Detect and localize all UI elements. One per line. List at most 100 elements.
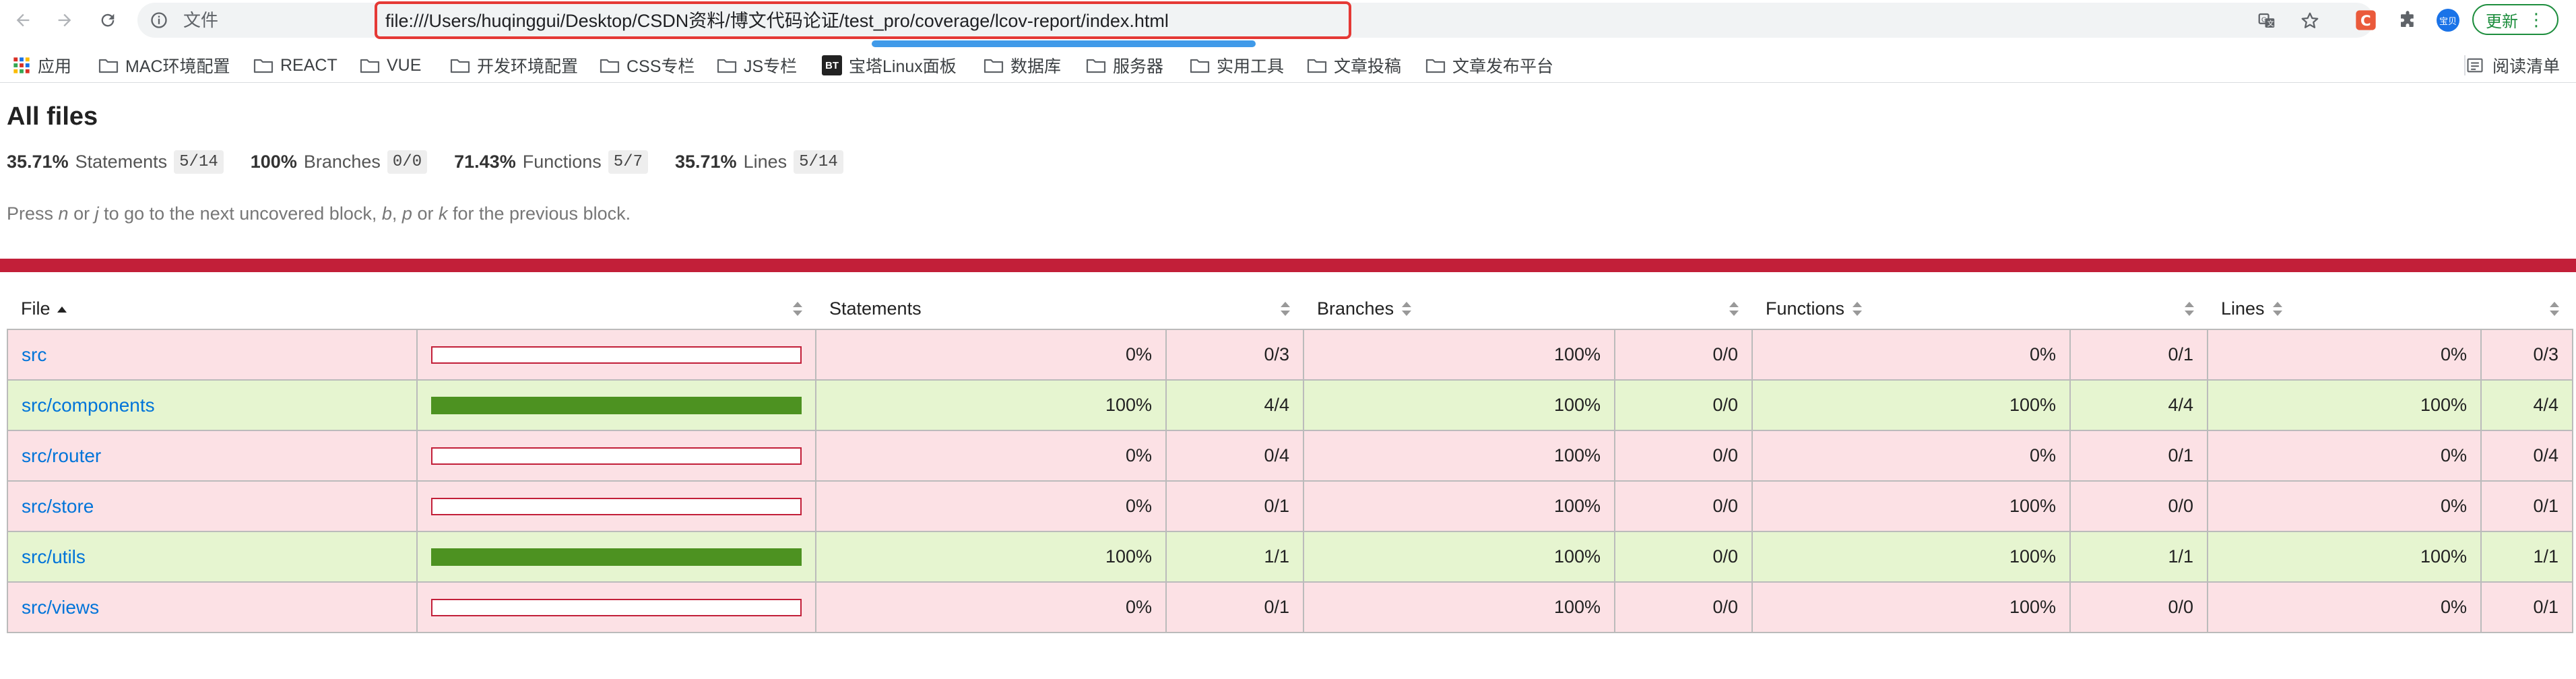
more-vert-icon[interactable]: ⋮ — [2527, 11, 2545, 28]
column-label: Lines — [2221, 298, 2265, 319]
forward-button[interactable] — [50, 5, 79, 35]
file-link[interactable]: src/router — [22, 445, 101, 466]
branches-pct-cell: 100% — [1303, 581, 1615, 633]
summary-lines: 35.71% Lines 5/14 — [675, 150, 843, 174]
svg-text:文: 文 — [2267, 20, 2274, 28]
folder-icon — [984, 59, 1004, 73]
file-cell: src/views — [7, 581, 418, 633]
file-cell: src/router — [7, 430, 418, 482]
summary-fraction: 5/14 — [174, 150, 224, 174]
translate-icon[interactable]: G 文 — [2257, 11, 2277, 31]
coverage-bar-cell — [416, 480, 816, 532]
column-header-functions[interactable]: Functions — [1752, 288, 2070, 330]
bookmark-label: 应用 — [38, 57, 72, 76]
bookmarks-bar: 应用 MAC环境配置 REACT VUE 开发环境配置 CSS专栏 JS专栏 B… — [0, 48, 2576, 83]
bookmark-folder-devenv[interactable]: 开发环境配置 — [450, 54, 578, 77]
coverage-bar — [431, 598, 802, 616]
bookmark-label: 宝塔Linux面板 — [849, 57, 957, 76]
table-row: src/components 100% 4/4 100% 0/0 100% 4/… — [7, 379, 2573, 431]
reading-list-button[interactable]: 阅读清单 — [2466, 54, 2560, 77]
back-button[interactable] — [8, 5, 38, 35]
column-label: Functions — [1766, 298, 1845, 319]
column-header-lines-raw[interactable] — [2481, 288, 2573, 330]
profile-avatar[interactable]: 宝贝 — [2436, 8, 2460, 32]
bookmark-folder-react[interactable]: REACT — [253, 54, 337, 77]
apps-grid-icon — [13, 57, 30, 73]
column-header-statements-raw[interactable] — [1166, 288, 1303, 330]
folder-icon — [98, 59, 119, 73]
url-highlight-box[interactable]: file:///Users/huqinggui/Desktop/CSDN资料/博… — [375, 1, 1351, 39]
column-header-branches-raw[interactable] — [1615, 288, 1752, 330]
svg-text:G: G — [2261, 16, 2267, 24]
bookmark-folder-submit[interactable]: 文章投稿 — [1307, 54, 1401, 77]
summary-pct: 100% — [250, 151, 297, 172]
column-header-file-pic[interactable] — [417, 288, 816, 330]
reading-list-icon — [2467, 58, 2483, 73]
summary-functions: 71.43% Functions 5/7 — [454, 150, 648, 174]
bookmark-folder-js[interactable]: JS专栏 — [717, 54, 797, 77]
summary-pct: 71.43% — [454, 151, 516, 172]
column-header-functions-raw[interactable] — [2070, 288, 2208, 330]
update-label: 更新 — [2486, 12, 2518, 31]
bookmark-baota[interactable]: BT 宝塔Linux面板 — [822, 54, 957, 77]
bookmark-folder-css[interactable]: CSS专栏 — [600, 54, 695, 77]
file-cell: src — [7, 329, 418, 381]
update-button[interactable]: 更新 ⋮ — [2472, 4, 2558, 35]
star-icon[interactable] — [2300, 11, 2320, 31]
bookmark-folder-vue[interactable]: VUE — [360, 54, 421, 77]
table-row: src/router 0% 0/4 100% 0/0 0% 0/1 0% 0/4 — [7, 430, 2573, 482]
coverage-bar-cell — [416, 329, 816, 381]
lines-pct-cell: 0% — [2207, 480, 2482, 532]
column-label: Branches — [1317, 298, 1394, 319]
reading-list-label: 阅读清单 — [2492, 57, 2560, 76]
sort-icon — [2550, 302, 2559, 317]
bookmark-folder-server[interactable]: 服务器 — [1086, 54, 1163, 77]
url-annotation-underline — [872, 40, 1256, 47]
info-icon[interactable] — [150, 11, 168, 30]
file-link[interactable]: src/components — [22, 395, 155, 416]
lines-fraction-cell: 4/4 — [2480, 379, 2573, 431]
functions-pct-cell: 100% — [1751, 531, 2071, 583]
column-header-file[interactable]: File — [7, 288, 417, 330]
bookmark-apps[interactable]: 应用 — [12, 54, 71, 77]
extensions-button[interactable] — [2395, 8, 2420, 32]
column-header-lines[interactable]: Lines — [2208, 288, 2481, 330]
branches-pct-cell: 100% — [1303, 531, 1615, 583]
bookmark-label: MAC环境配置 — [125, 57, 230, 76]
hint-text: or — [412, 203, 439, 224]
summary-fraction: 0/0 — [387, 150, 428, 174]
branches-fraction-cell: 0/0 — [1614, 480, 1753, 532]
lines-fraction-cell: 0/4 — [2480, 430, 2573, 482]
address-bar[interactable]: 文件 file:///Users/huqinggui/Desktop/CSDN资… — [137, 1, 2374, 47]
table-header-row: File Statements Branches Functions Lines — [7, 288, 2573, 330]
csdn-extension-icon[interactable]: C — [2354, 8, 2378, 32]
branches-pct-cell: 100% — [1303, 329, 1615, 381]
column-header-statements[interactable]: Statements — [816, 288, 1166, 330]
sort-icon — [1729, 302, 1739, 317]
bookmark-label: REACT — [280, 55, 337, 75]
functions-pct-cell: 0% — [1751, 329, 2071, 381]
table-row: src/utils 100% 1/1 100% 0/0 100% 1/1 100… — [7, 531, 2573, 583]
summary-label: Branches — [303, 151, 381, 172]
bookmark-folder-publish[interactable]: 文章发布平台 — [1425, 54, 1553, 77]
coverage-bar — [431, 497, 802, 515]
statements-fraction-cell: 0/3 — [1165, 329, 1304, 381]
reload-button[interactable] — [93, 5, 123, 35]
page-title: All files — [7, 102, 98, 131]
bookmark-folder-database[interactable]: 数据库 — [984, 54, 1061, 77]
hint-key: p — [401, 203, 412, 224]
file-link[interactable]: src — [22, 344, 46, 365]
arrow-right-icon — [58, 13, 71, 27]
bookmark-folder-mac[interactable]: MAC环境配置 — [98, 54, 230, 77]
file-link[interactable]: src/utils — [22, 546, 86, 567]
column-header-branches[interactable]: Branches — [1303, 288, 1615, 330]
bookmark-label: 文章投稿 — [1334, 57, 1402, 76]
sort-icon — [2272, 302, 2282, 317]
file-link[interactable]: src/store — [22, 496, 94, 517]
statements-fraction-cell: 0/1 — [1165, 581, 1304, 633]
url-text[interactable]: file:///Users/huqinggui/Desktop/CSDN资料/博… — [385, 10, 1169, 32]
file-link[interactable]: src/views — [22, 597, 99, 618]
statements-pct-cell: 0% — [815, 581, 1167, 633]
bookmark-folder-tools[interactable]: 实用工具 — [1190, 54, 1284, 77]
lines-fraction-cell: 0/1 — [2480, 480, 2573, 532]
